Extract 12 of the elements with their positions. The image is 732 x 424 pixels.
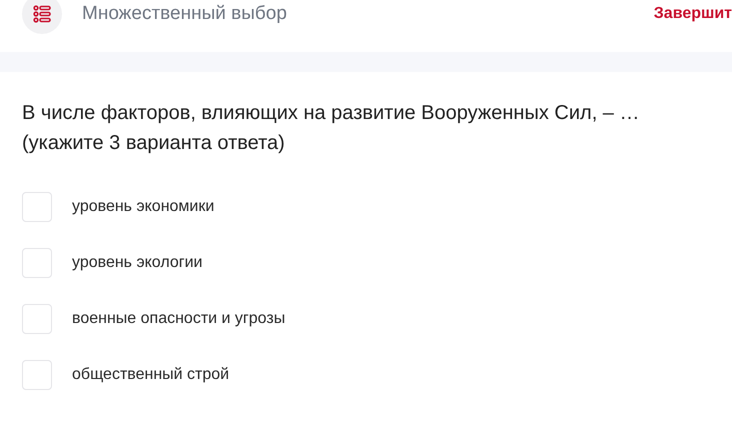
answer-checkbox[interactable]: [22, 304, 52, 334]
answer-checkbox[interactable]: [22, 360, 52, 390]
answer-option-label: уровень экономики: [72, 198, 214, 216]
answer-option-label: общественный строй: [72, 366, 230, 384]
answer-checkbox[interactable]: [22, 248, 52, 278]
answer-option-label: военные опасности и угрозы: [72, 310, 286, 328]
finish-button[interactable]: Завершит: [654, 0, 732, 28]
question-text: В числе факторов, влияющих на развитие Вооруженных Сил, – … (укажите 3 варианта ответа): [22, 101, 640, 156]
answer-checkbox[interactable]: [22, 192, 52, 222]
question-type-title: Множественный выбор: [82, 2, 287, 26]
list-icon: [33, 5, 51, 23]
answer-option-label: уровень экологии: [72, 254, 202, 272]
